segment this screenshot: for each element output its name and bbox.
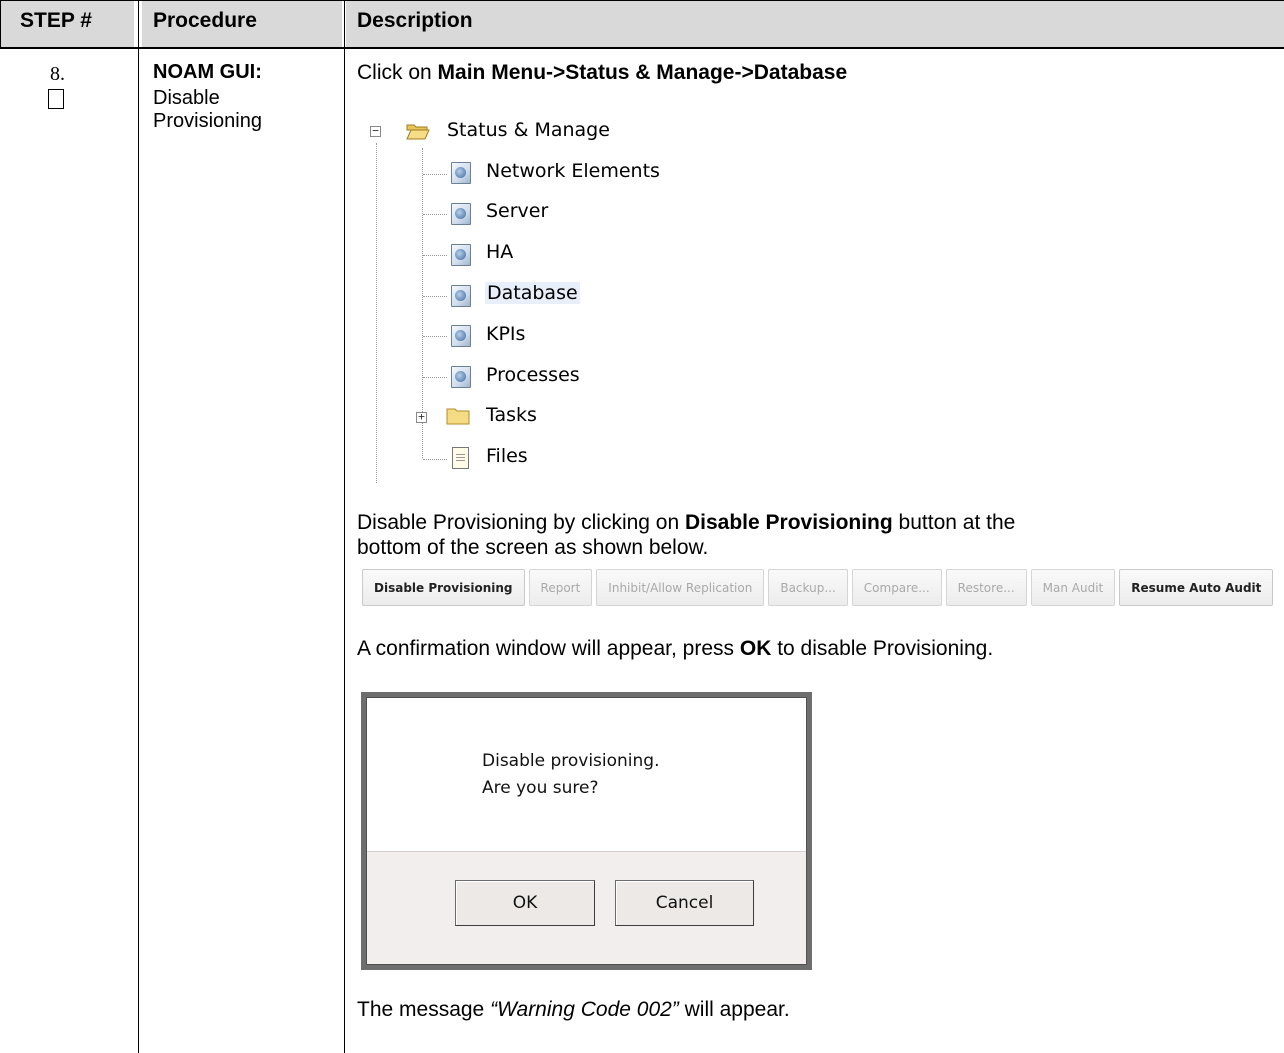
tree-guide-line — [423, 296, 447, 297]
tree-guide-line — [423, 255, 447, 256]
file-icon — [452, 447, 469, 469]
inhibit-allow-replication-button[interactable]: Inhibit/Allow Replication — [596, 569, 765, 606]
restore-button[interactable]: Restore... — [945, 569, 1027, 606]
tree-item-files[interactable]: Files — [486, 445, 528, 467]
tree-item-database[interactable]: Database — [485, 282, 580, 304]
tree-item-tasks[interactable]: Tasks — [486, 404, 537, 426]
disable-provisioning-button[interactable]: Disable Provisioning — [362, 569, 525, 606]
instruction-warning: The message “Warning Code 002” will appe… — [357, 998, 790, 1022]
report-button[interactable]: Report — [528, 569, 593, 606]
instruction-navigate: Click on Main Menu->Status & Manage->Dat… — [357, 61, 847, 85]
procedure-document: STEP # Procedure Description 8. NOAM GUI… — [0, 0, 1284, 1053]
resume-auto-audit-button[interactable]: Resume Auto Audit — [1119, 569, 1274, 606]
column-divider-2 — [344, 0, 345, 1053]
instruction-disable: Disable Provisioning by clicking on Disa… — [357, 511, 1015, 535]
header-divider — [0, 47, 1284, 49]
database-button-bar: Disable Provisioning Report Inhibit/Allo… — [362, 569, 1274, 606]
procedure-line-1: Disable — [153, 87, 220, 109]
step-number: 8. — [50, 63, 65, 85]
instruction-disable-button-name: Disable Provisioning — [685, 511, 893, 534]
expand-expander-icon[interactable]: + — [416, 411, 427, 423]
tree-item-kpis[interactable]: KPIs — [486, 323, 525, 345]
instruction-confirm: A confirmation window will appear, press… — [357, 637, 993, 661]
page-icon — [451, 162, 471, 184]
header-bg-description — [346, 0, 1284, 47]
header-description: Description — [357, 9, 473, 32]
page-icon — [451, 203, 471, 225]
man-audit-button[interactable]: Man Audit — [1030, 569, 1116, 606]
tree-item-ha[interactable]: HA — [486, 241, 513, 263]
page-icon — [451, 285, 471, 307]
compare-button[interactable]: Compare... — [851, 569, 942, 606]
open-folder-icon — [406, 124, 430, 140]
column-divider-1 — [138, 0, 139, 1053]
instruction-confirm-prefix: A confirmation window will appear, press — [357, 637, 740, 660]
tree-guide-line — [423, 174, 447, 175]
tree-item-network-elements[interactable]: Network Elements — [486, 160, 660, 182]
instruction-warning-prefix: The message — [357, 998, 491, 1021]
confirmation-dialog-message-area — [367, 698, 806, 852]
dialog-ok-button[interactable]: OK — [455, 880, 595, 926]
instruction-disable-line2: bottom of the screen as shown below. — [357, 536, 709, 559]
dialog-message-line-1: Disable provisioning. — [482, 751, 660, 771]
tree-guide-line — [423, 459, 447, 460]
tree-guide-line — [423, 214, 447, 215]
tree-guide-line — [423, 336, 447, 337]
procedure-title: NOAM GUI: — [153, 61, 262, 83]
collapse-expander-icon[interactable]: − — [370, 125, 381, 137]
menu-path: Main Menu->Status & Manage->Database — [437, 61, 848, 84]
dialog-message-line-2: Are you sure? — [482, 778, 599, 798]
tree-guide-line — [376, 143, 377, 483]
header-step: STEP # — [20, 9, 92, 32]
page-icon — [451, 244, 471, 266]
instruction-confirm-suffix: to disable Provisioning. — [771, 637, 994, 660]
folder-icon — [446, 408, 470, 425]
tree-item-server[interactable]: Server — [486, 200, 548, 222]
instruction-disable-prefix: Disable Provisioning by clicking on — [357, 511, 685, 534]
page-icon — [451, 366, 471, 388]
tree-guide-line — [423, 377, 447, 378]
instruction-navigate-prefix: Click on — [357, 61, 438, 84]
tree-item-status-manage[interactable]: Status & Manage — [447, 119, 610, 141]
dialog-cancel-button[interactable]: Cancel — [615, 880, 754, 926]
step-checkbox[interactable] — [48, 89, 64, 109]
backup-button[interactable]: Backup... — [768, 569, 848, 606]
instruction-confirm-ok: OK — [739, 637, 772, 660]
header-procedure: Procedure — [153, 9, 257, 32]
warning-code-message: “Warning Code 002” — [490, 998, 679, 1021]
page-icon — [451, 325, 471, 347]
procedure-line-2: Provisioning — [153, 110, 262, 132]
instruction-disable-suffix: button at the — [892, 511, 1016, 534]
tree-item-processes[interactable]: Processes — [486, 364, 580, 386]
table-top-border — [0, 0, 1284, 1]
table-left-border — [0, 0, 1, 47]
instruction-warning-suffix: will appear. — [678, 998, 790, 1021]
